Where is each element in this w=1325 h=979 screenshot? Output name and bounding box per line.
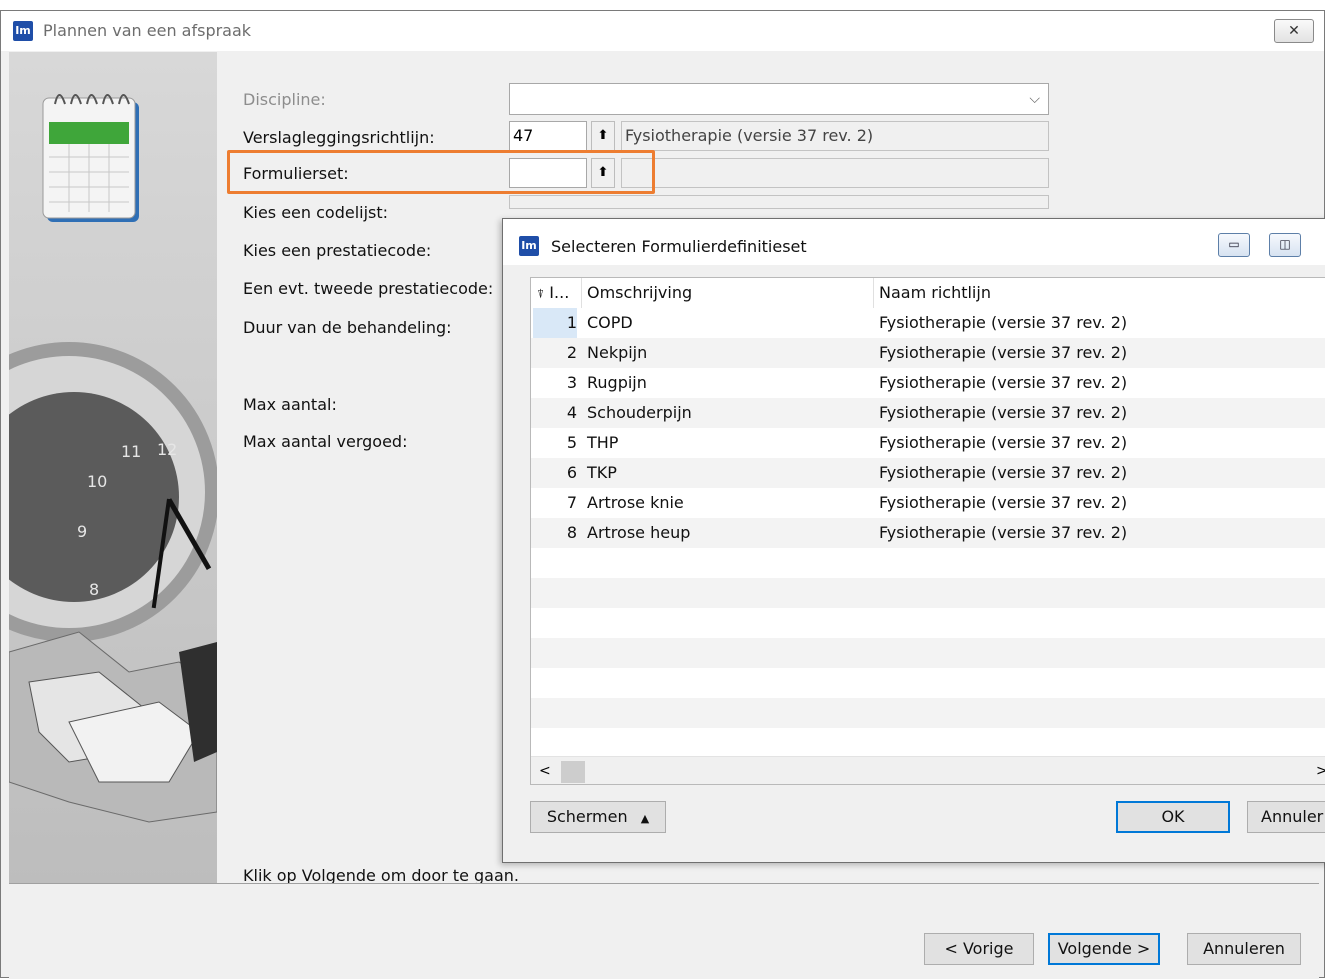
discipline-select[interactable]: ⌵ — [509, 83, 1049, 115]
max-aantal-label: Max aantal: — [243, 395, 337, 414]
close-button[interactable]: ✕ — [1274, 19, 1314, 43]
clock-number: 11 — [121, 442, 142, 461]
window-title: Plannen van een afspraak — [43, 21, 252, 40]
triangle-up-icon: ▲ — [640, 812, 650, 825]
table-row — [531, 638, 1325, 668]
duur-behandeling-label: Duur van de behandeling: — [243, 318, 452, 337]
cell-naam-richtlijn[interactable]: Fysiotherapie (versie 37 rev. 2) — [879, 428, 1127, 458]
cell-omschrijving[interactable]: Artrose heup — [587, 518, 690, 548]
maximize-button[interactable]: ◫ — [1269, 233, 1301, 257]
minimize-button[interactable]: ▭ — [1218, 233, 1250, 257]
chevron-down-icon: ⌵ — [1029, 91, 1040, 107]
clock-number: 10 — [87, 472, 108, 491]
column-header-naam-richtlijn[interactable]: Naam richtlijn — [879, 278, 1179, 308]
clock-number: 8 — [89, 580, 100, 599]
cell-naam-richtlijn[interactable]: Fysiotherapie (versie 37 rev. 2) — [879, 308, 1127, 338]
next-button[interactable]: Volgende > — [1048, 933, 1160, 965]
cell-omschrijving[interactable]: Artrose knie — [587, 488, 684, 518]
cell-id[interactable]: 3 — [533, 368, 577, 398]
tweede-prestatiecode-label: Een evt. tweede prestatiecode: — [243, 279, 494, 298]
cell-naam-richtlijn[interactable]: Fysiotherapie (versie 37 rev. 2) — [879, 368, 1127, 398]
cell-naam-richtlijn[interactable]: Fysiotherapie (versie 37 rev. 2) — [879, 488, 1127, 518]
cell-naam-richtlijn[interactable]: Fysiotherapie (versie 37 rev. 2) — [879, 518, 1127, 548]
cell-id[interactable]: 5 — [533, 428, 577, 458]
cell-omschrijving[interactable]: Rugpijn — [587, 368, 647, 398]
app-icon: Im — [13, 21, 33, 41]
calendar-icon — [42, 94, 139, 222]
schermen-button[interactable]: Schermen ▲ — [530, 801, 666, 833]
formset-table[interactable]: ⍒ I... Omschrijving Naam richtlijn 1 COPD… — [530, 277, 1325, 785]
clock-number: 9 — [77, 522, 88, 541]
filter-icon: ⍒ — [537, 287, 545, 301]
max-aantal-vergoed-label: Max aantal vergoed: — [243, 432, 408, 451]
cell-omschrijving[interactable]: Nekpijn — [587, 338, 647, 368]
prestatiecode-label: Kies een prestatiecode: — [243, 241, 432, 260]
column-header-id[interactable]: ⍒ I... — [537, 278, 581, 308]
cell-omschrijving[interactable]: Schouderpijn — [587, 398, 692, 428]
cell-id[interactable]: 1 — [533, 308, 577, 338]
cell-naam-richtlijn[interactable]: Fysiotherapie (versie 37 rev. 2) — [879, 398, 1127, 428]
previous-button[interactable]: < Vorige — [924, 933, 1034, 965]
ok-button[interactable]: OK — [1116, 801, 1230, 833]
verslagleggingsrichtlijn-code-input[interactable]: 47 — [509, 121, 587, 151]
wizard-art-panel: 11 12 10 9 8 — [9, 52, 217, 884]
column-header-omschrijving[interactable]: Omschrijving — [587, 278, 867, 308]
cell-id[interactable]: 7 — [533, 488, 577, 518]
formulierset-highlight-box — [227, 150, 655, 194]
codelijst-select[interactable] — [509, 195, 1049, 209]
dialog-app-icon: Im — [519, 236, 539, 256]
table-row — [531, 728, 1325, 758]
dialog-title-bar: Im Selecteren Formulierdefinitieset ▭ ◫ — [503, 219, 1325, 265]
scroll-left-icon[interactable]: < — [539, 763, 551, 779]
table-row — [531, 548, 1325, 578]
cell-omschrijving[interactable]: TKP — [587, 458, 617, 488]
verslagleggingsrichtlijn-label: Verslagleggingsrichtlijn: — [243, 128, 435, 147]
codelijst-label: Kies een codelijst: — [243, 203, 389, 222]
cancel-button[interactable]: Annuleren — [1187, 933, 1301, 965]
cell-omschrijving[interactable]: COPD — [587, 308, 633, 338]
scrollbar-thumb[interactable] — [561, 761, 585, 783]
cell-id[interactable]: 8 — [533, 518, 577, 548]
cell-id[interactable]: 6 — [533, 458, 577, 488]
title-bar: Im Plannen van een afspraak ✕ — [1, 11, 1324, 51]
lookup-up-icon[interactable]: ⬆ — [591, 121, 615, 151]
cell-id[interactable]: 2 — [533, 338, 577, 368]
dialog-title: Selecteren Formulierdefinitieset — [551, 237, 807, 256]
cell-omschrijving[interactable]: THP — [587, 428, 618, 458]
handshake-illustration — [9, 631, 217, 823]
table-row — [531, 578, 1325, 608]
clock-number: 12 — [157, 440, 178, 459]
discipline-label: Discipline: — [243, 90, 326, 109]
scroll-right-icon[interactable]: > — [1316, 763, 1325, 779]
cell-naam-richtlijn[interactable]: Fysiotherapie (versie 37 rev. 2) — [879, 338, 1127, 368]
dialog-cancel-button[interactable]: Annuler — [1247, 801, 1325, 833]
main-window: Im Plannen van een afspraak ✕ 11 12 10 9… — [0, 10, 1325, 979]
cell-naam-richtlijn[interactable]: Fysiotherapie (versie 37 rev. 2) — [879, 458, 1127, 488]
table-row — [531, 608, 1325, 638]
horizontal-scrollbar[interactable]: < > — [531, 756, 1325, 784]
table-row — [531, 698, 1325, 728]
cell-id[interactable]: 4 — [533, 398, 577, 428]
table-row — [531, 668, 1325, 698]
verslagleggingsrichtlijn-name: Fysiotherapie (versie 37 rev. 2) — [621, 121, 1049, 151]
formulierset-name — [621, 158, 1049, 188]
select-formset-dialog: Im Selecteren Formulierdefinitieset ▭ ◫ … — [502, 218, 1325, 863]
